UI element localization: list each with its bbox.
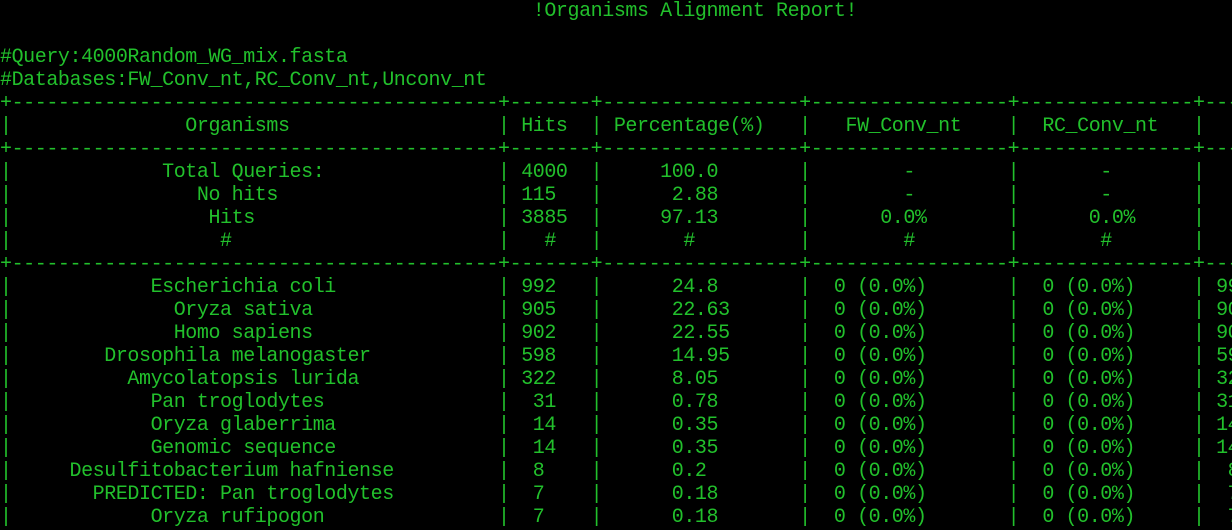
table-row: | Homo sapiens | 902 | 22.55 | 0 (0.0%) … xyxy=(0,322,1232,345)
table-border-summary: +---------------------------------------… xyxy=(0,253,1232,276)
table-border-top: +---------------------------------------… xyxy=(0,92,1232,115)
terminal-output: !Organisms Alignment Report! #Query:4000R… xyxy=(0,0,1232,529)
table-row: | Escherichia coli | 992 | 24.8 | 0 (0.0… xyxy=(0,276,1232,299)
table-row: | Genomic sequence | 14 | 0.35 | 0 (0.0%… xyxy=(0,437,1232,460)
summary-row-hits: | Hits | 3885 | 97.13 | 0.0% | 0.0% | 10… xyxy=(0,207,1205,230)
summary-row-total-queries: | Total Queries: | 4000 | 100.0 | - | - … xyxy=(0,161,1205,184)
databases-line: #Databases:FW_Conv_nt,RC_Conv_nt,Unconv_… xyxy=(0,69,487,92)
table-row: | Oryza sativa | 905 | 22.63 | 0 (0.0%) … xyxy=(0,299,1232,322)
table-row: | Drosophila melanogaster | 598 | 14.95 … xyxy=(0,345,1232,368)
table-border-header: +---------------------------------------… xyxy=(0,138,1232,161)
summary-row-hash: | # | # | # | # | # | # | xyxy=(0,230,1205,253)
table-row: | Amycolatopsis lurida | 322 | 8.05 | 0 … xyxy=(0,368,1232,391)
table-row: | Desulfitobacterium hafniense | 8 | 0.2… xyxy=(0,460,1232,483)
report-title: !Organisms Alignment Report! xyxy=(0,0,858,23)
terminal-window[interactable]: !Organisms Alignment Report! #Query:4000R… xyxy=(0,0,1232,530)
table-row: | Pan troglodytes | 31 | 0.78 | 0 (0.0%)… xyxy=(0,391,1232,414)
table-header-row: | Organisms | Hits | Percentage(%) | FW_… xyxy=(0,115,1205,138)
summary-row-no-hits: | No hits | 115 | 2.88 | - | - | - | xyxy=(0,184,1205,207)
table-row: | Oryza glaberrima | 14 | 0.35 | 0 (0.0%… xyxy=(0,414,1232,437)
table-row: | PREDICTED: Pan troglodytes | 7 | 0.18 … xyxy=(0,483,1232,506)
query-line: #Query:4000Random_WG_mix.fasta xyxy=(0,46,348,69)
table-row: | Oryza rufipogon | 7 | 0.18 | 0 (0.0%) … xyxy=(0,506,1232,529)
